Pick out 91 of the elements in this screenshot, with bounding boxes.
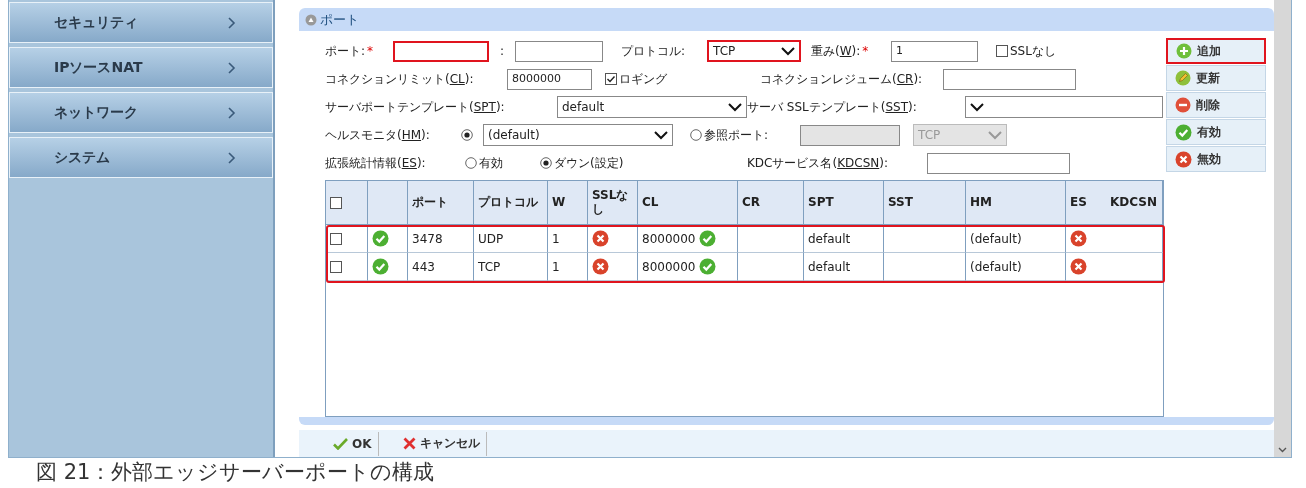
ssl-off-label: SSLなし bbox=[1010, 42, 1056, 60]
caret-icon bbox=[988, 130, 1002, 140]
radio-button[interactable] bbox=[465, 157, 477, 169]
table-cell: (default) bbox=[966, 225, 1066, 253]
port-field[interactable] bbox=[393, 40, 489, 62]
protocol-label: プロトコル: bbox=[620, 42, 687, 60]
table-cell: default bbox=[804, 253, 884, 281]
column-header: W bbox=[548, 181, 588, 225]
sidebar-item[interactable]: セキュリティ bbox=[9, 2, 273, 43]
caret-icon bbox=[970, 102, 984, 112]
cancel-button[interactable]: キャンセル bbox=[396, 431, 487, 456]
sidebar-item[interactable]: システム bbox=[9, 137, 273, 178]
table-cell: 8000000 bbox=[642, 231, 696, 246]
sidebar-item[interactable]: IPソースNAT bbox=[9, 47, 273, 88]
panel-header[interactable]: ポート bbox=[299, 8, 1274, 31]
column-header: CL bbox=[638, 181, 738, 225]
table-cell: (default) bbox=[966, 253, 1066, 281]
option-label: 有効 bbox=[479, 154, 503, 172]
logging-label: ロギング bbox=[619, 70, 667, 88]
chevron-icon bbox=[228, 61, 236, 74]
port-label: ポート: * bbox=[325, 42, 375, 60]
health-monitor-label: ヘルスモニタ(HM): bbox=[325, 126, 431, 144]
server-ssl-template-label: サーバ SSLテンプレート(SST): bbox=[747, 98, 918, 116]
connection-resume-label: コネクションレジューム(CR): bbox=[760, 70, 924, 88]
table-cell bbox=[1106, 225, 1163, 253]
column-header: SSLなし bbox=[588, 181, 638, 225]
table-cell: default bbox=[804, 225, 884, 253]
table-cell: 1 bbox=[548, 225, 588, 253]
action-button[interactable]: 削除 bbox=[1166, 92, 1266, 118]
column-header: ES bbox=[1066, 181, 1106, 225]
connection-limit-field[interactable]: 8000000 bbox=[507, 68, 592, 90]
option-label: ダウン(設定) bbox=[554, 154, 624, 172]
chevron-icon bbox=[228, 151, 236, 164]
checked-checkbox[interactable] bbox=[605, 73, 617, 85]
sidebar-item[interactable]: ネットワーク bbox=[9, 92, 273, 133]
action-button[interactable]: 有効 bbox=[1166, 119, 1266, 145]
cross-icon bbox=[402, 437, 416, 450]
connection-limit-label: コネクションリミット(CL): bbox=[325, 70, 475, 88]
table-cell: TCP bbox=[474, 253, 548, 281]
protocol-select[interactable]: TCP bbox=[707, 40, 801, 62]
checkbox[interactable] bbox=[330, 196, 342, 209]
radio-button[interactable] bbox=[540, 157, 552, 169]
action-button[interactable]: 更新 bbox=[1166, 65, 1266, 91]
table-cell: 1 bbox=[548, 253, 588, 281]
column-header: プロトコル bbox=[474, 181, 548, 225]
column-header: ポート bbox=[408, 181, 474, 225]
check-icon bbox=[333, 437, 348, 450]
table-cell: 3478 bbox=[408, 225, 474, 253]
action-button[interactable]: 無効 bbox=[1166, 146, 1266, 172]
table-cell bbox=[1106, 253, 1163, 281]
reference-port-label: 参照ポート: bbox=[704, 126, 769, 144]
collapse-icon[interactable] bbox=[305, 13, 317, 26]
chevron-icon bbox=[228, 16, 236, 29]
health-monitor-select[interactable]: (default) bbox=[483, 124, 673, 146]
radio-button[interactable] bbox=[461, 129, 473, 141]
table-cell: UDP bbox=[474, 225, 548, 253]
column-header: KDCSN bbox=[1106, 181, 1163, 225]
column-header: SST bbox=[884, 181, 966, 225]
table-cell: 443 bbox=[408, 253, 474, 281]
connection-resume-field[interactable] bbox=[943, 68, 1076, 90]
panel-title: ポート bbox=[320, 10, 359, 29]
kdc-service-name-label: KDCサービス名(KDCSN): bbox=[747, 154, 889, 172]
kdc-service-name-field[interactable] bbox=[927, 152, 1070, 174]
table-cell: 8000000 bbox=[642, 259, 696, 274]
checkbox[interactable] bbox=[330, 260, 342, 273]
scrollbar[interactable] bbox=[1274, 0, 1291, 457]
caret-icon bbox=[781, 46, 795, 56]
cross-icon bbox=[1175, 150, 1192, 168]
plus-icon bbox=[1176, 43, 1192, 59]
column-header: SPT bbox=[804, 181, 884, 225]
figure-caption: 図 21：外部エッジサーバーポートの構成 bbox=[36, 459, 436, 486]
caret-icon bbox=[728, 102, 742, 112]
column-header: HM bbox=[966, 181, 1066, 225]
caret-icon bbox=[654, 130, 668, 140]
server-port-template-select[interactable]: default bbox=[557, 96, 747, 118]
weight-label: 重み(W): * bbox=[810, 42, 870, 60]
port-end-field[interactable] bbox=[515, 40, 603, 62]
column-header: CR bbox=[738, 181, 804, 225]
server-ssl-template-select[interactable] bbox=[965, 96, 1163, 118]
chevron-icon bbox=[228, 106, 236, 119]
ok-button[interactable]: OK bbox=[327, 431, 379, 456]
checkbox[interactable] bbox=[330, 232, 342, 245]
server-port-template-label: サーバポートテンプレート(SPT): bbox=[325, 98, 506, 116]
minus-icon bbox=[1175, 97, 1191, 113]
port-separator: : bbox=[498, 44, 505, 58]
weight-field[interactable]: 1 bbox=[891, 40, 978, 62]
pencil-icon bbox=[1175, 70, 1191, 86]
checkbox[interactable] bbox=[996, 45, 1008, 57]
check-icon bbox=[1175, 123, 1192, 141]
action-button[interactable]: 追加 bbox=[1166, 38, 1266, 64]
extended-stats-label: 拡張統計情報(ES): bbox=[325, 154, 427, 172]
